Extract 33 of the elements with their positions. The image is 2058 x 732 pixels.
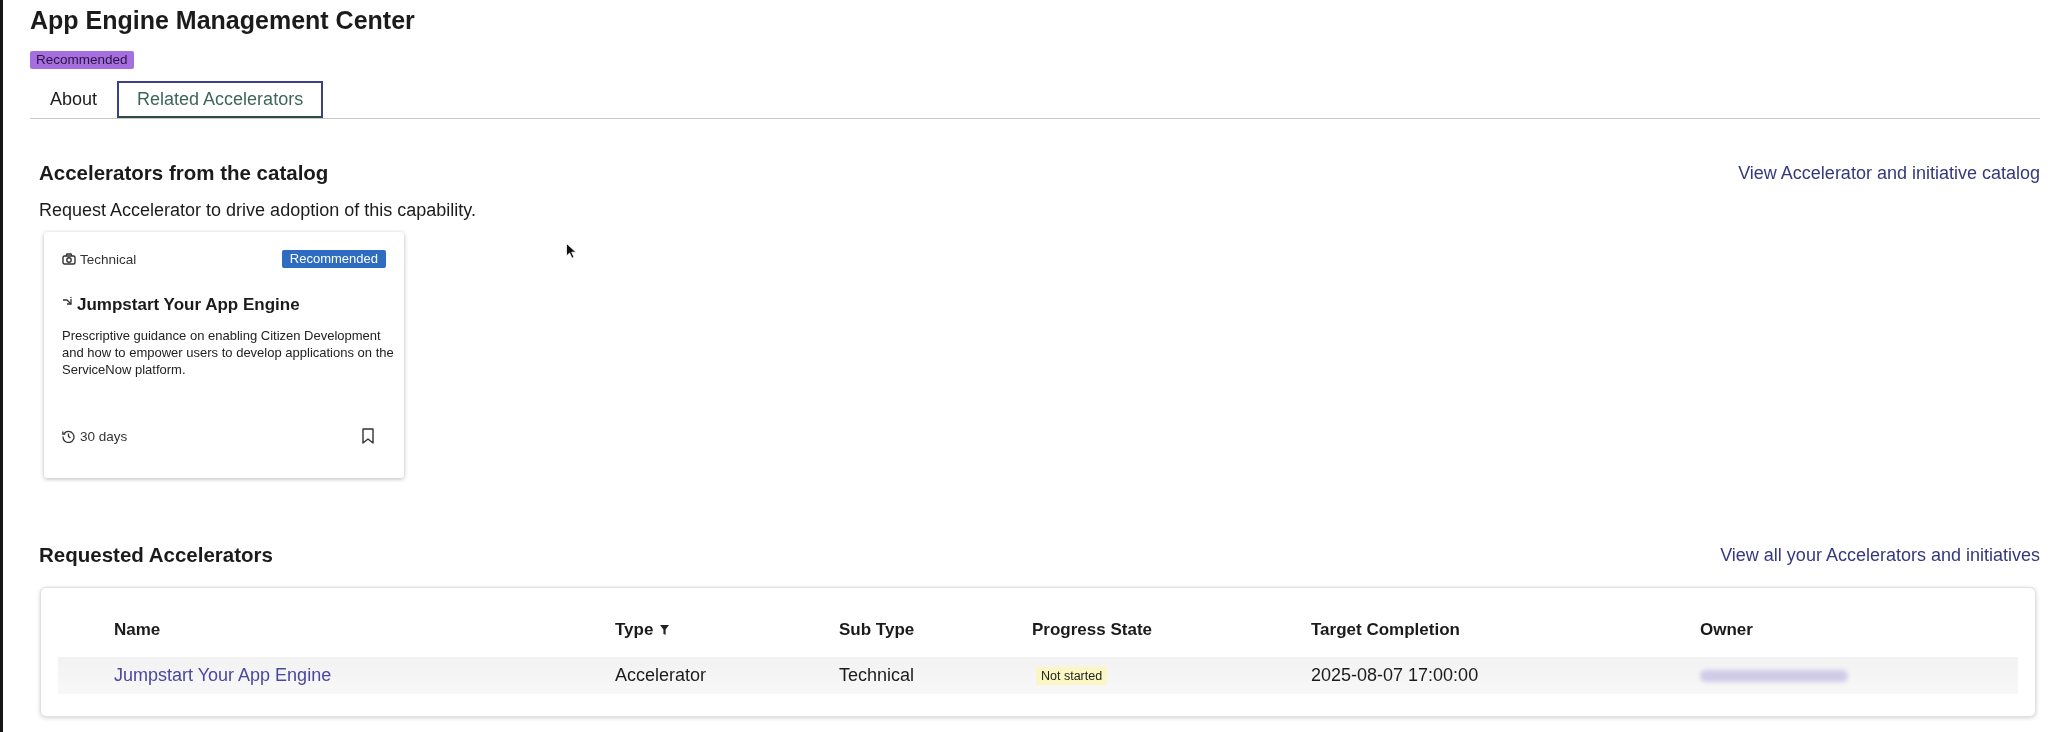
status-tag: Recommended: [281, 250, 386, 268]
filter-icon[interactable]: [660, 625, 670, 635]
arrow-icon: [62, 296, 74, 308]
section-heading: Requested Accelerators: [39, 542, 273, 568]
column-header: Sub Type: [839, 620, 915, 640]
category-label: Technical: [80, 251, 137, 267]
column-header: Type: [615, 620, 654, 640]
table-cell: 2025-08-07 17:00:00: [1311, 665, 1479, 686]
table-row[interactable]: Jumpstart Your App Engine Accelerator Technical Not started 2025-08-07 17:00:00: [58, 657, 2018, 694]
section-heading: Accelerators from the catalog: [39, 160, 329, 186]
column-header: Owner: [1700, 620, 1753, 640]
page-title: App Engine Management Center: [30, 5, 416, 36]
catalog-link[interactable]: View Accelerator and initiative catalog: [1738, 162, 2040, 184]
cursor-icon: [566, 243, 577, 259]
accelerator-card[interactable]: Technical Recommended Jumpstart Your App Engine Prescriptive guidance on enabling Citizen Development and how to empower users to develop applications on the ServiceNow platform. 30 days: [44, 232, 404, 478]
table-cell: Technical: [839, 665, 915, 686]
name-link[interactable]: Jumpstart Your App Engine: [114, 665, 332, 686]
card-title: Jumpstart Your App Engine: [77, 294, 300, 316]
tab[interactable]: About: [30, 81, 118, 118]
column-header: Target Completion: [1311, 620, 1460, 640]
tab[interactable]: Related Accelerators: [117, 81, 324, 118]
card-description: Prescriptive guidance on enabling Citizen Development and how to empower users to develop applications on the ServiceNow platform.: [62, 327, 394, 378]
table-cell: Accelerator: [615, 665, 707, 686]
column-header: Progress State: [1032, 620, 1152, 640]
status-tag: Recommended: [30, 51, 134, 69]
camera-icon: [62, 253, 76, 265]
section-description: Request Accelerator to drive adoption of this capability.: [39, 199, 477, 221]
bookmark-icon[interactable]: [362, 428, 374, 444]
initiatives-link[interactable]: View all your Accelerators and initiatives: [1720, 544, 2040, 566]
duration-label: 30 days: [80, 428, 128, 444]
clock-icon: [62, 429, 75, 443]
status-tag: Not started: [1036, 666, 1108, 685]
column-header: Name: [114, 620, 161, 640]
